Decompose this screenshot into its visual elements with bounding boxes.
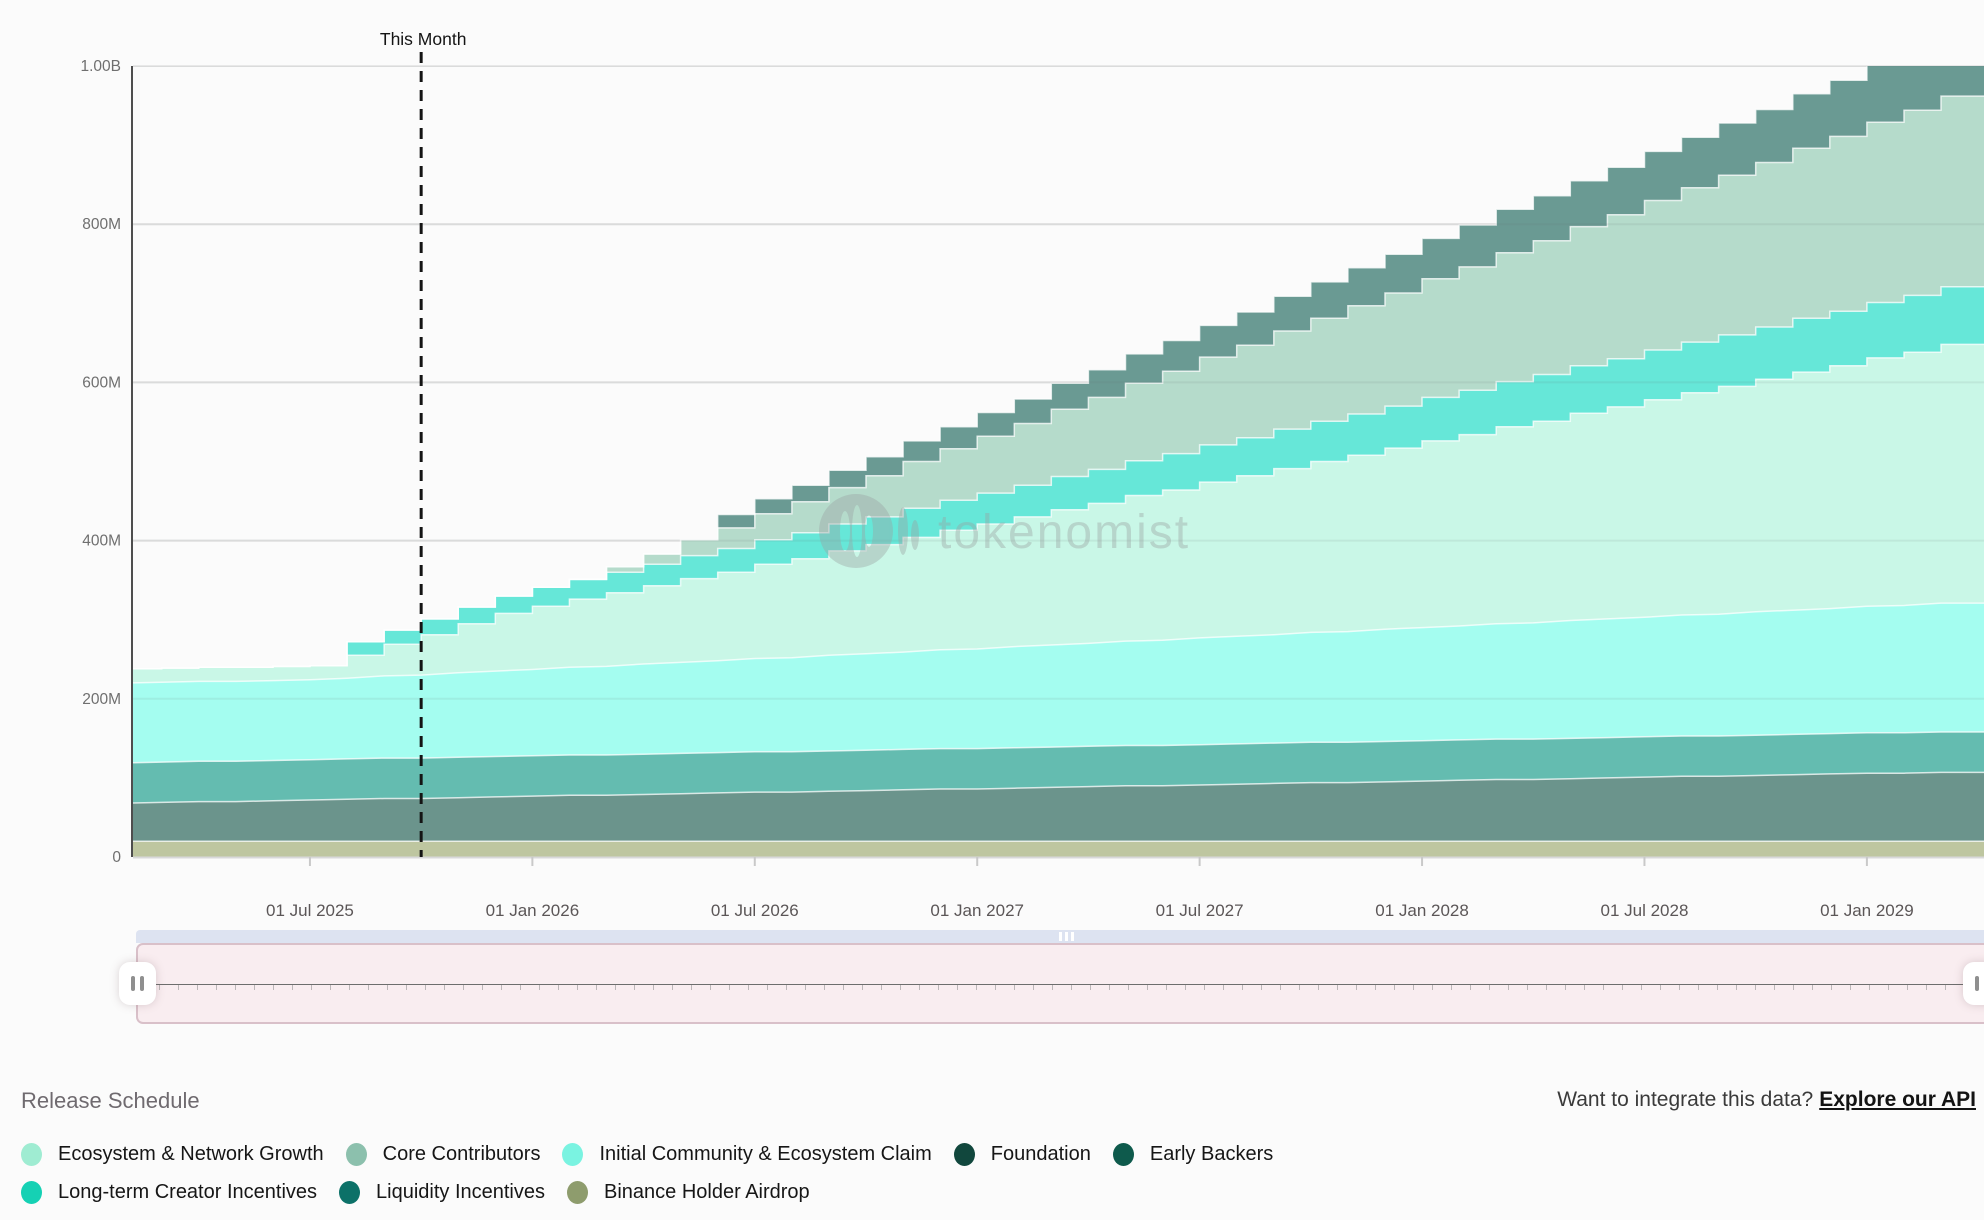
legend-dot-icon bbox=[21, 1181, 42, 1204]
this-month-label: This Month bbox=[380, 29, 467, 49]
api-callout: Want to integrate this data? Explore our … bbox=[1557, 1088, 1976, 1112]
svg-text:01 Jan 2027: 01 Jan 2027 bbox=[930, 901, 1024, 920]
legend-dot-icon bbox=[562, 1143, 583, 1166]
svg-text:01 Jul 2027: 01 Jul 2027 bbox=[1156, 901, 1244, 920]
legend-item-creator[interactable]: Long-term Creator Incentives bbox=[21, 1181, 317, 1204]
legend-label: Long-term Creator Incentives bbox=[58, 1181, 317, 1204]
slider-mini-ticks bbox=[140, 985, 1984, 990]
slider-handle-right[interactable] bbox=[1963, 962, 1984, 1005]
svg-text:01 Jul 2028: 01 Jul 2028 bbox=[1601, 901, 1689, 920]
legend-item-early[interactable]: Early Backers bbox=[1113, 1143, 1273, 1166]
chart-svg: tokenomist 0 200M 400M 600M 800M 1.00B 01 Jul 2… bbox=[0, 0, 1984, 930]
svg-text:01 Jul 2025: 01 Jul 2025 bbox=[266, 901, 354, 920]
x-axis-labels: 01 Jul 2025 01 Jan 2026 01 Jul 2026 01 Jan … bbox=[266, 857, 1914, 920]
legend-label: Core Contributors bbox=[383, 1143, 541, 1166]
area-band-binance[interactable] bbox=[125, 841, 1984, 857]
slider-track[interactable] bbox=[136, 943, 1984, 1024]
legend-label: Liquidity Incentives bbox=[376, 1181, 545, 1204]
svg-text:800M: 800M bbox=[82, 216, 121, 233]
tokenomist-watermark: tokenomist bbox=[819, 494, 1190, 568]
legend-dot-icon bbox=[567, 1181, 588, 1204]
svg-text:200M: 200M bbox=[82, 691, 121, 708]
scrollbar-grip-icon[interactable] bbox=[1056, 932, 1076, 941]
release-schedule-chart[interactable]: tokenomist 0 200M 400M 600M 800M 1.00B 01 Jul 2… bbox=[0, 0, 1984, 930]
slider-handle-left[interactable] bbox=[119, 962, 156, 1005]
timeline-range-slider bbox=[136, 930, 1984, 1026]
legend-item-foundation[interactable]: Foundation bbox=[954, 1143, 1091, 1166]
tokenomist-release-schedule-page: tokenomist 0 200M 400M 600M 800M 1.00B 01 Jul 2… bbox=[0, 0, 1984, 1220]
slider-scrollbar[interactable] bbox=[136, 930, 1984, 943]
explore-api-link[interactable]: Explore our API bbox=[1819, 1088, 1976, 1111]
legend-row: Ecosystem & Network Growth Core Contribut… bbox=[21, 1143, 1971, 1166]
svg-text:tokenomist: tokenomist bbox=[938, 506, 1190, 559]
api-prompt: Want to integrate this data? bbox=[1557, 1088, 1813, 1111]
legend-row: Long-term Creator Incentives Liquidity In… bbox=[21, 1181, 1971, 1204]
legend-item-binance[interactable]: Binance Holder Airdrop bbox=[567, 1181, 810, 1204]
legend-item-liquidity[interactable]: Liquidity Incentives bbox=[339, 1181, 545, 1204]
legend-item-community[interactable]: Initial Community & Ecosystem Claim bbox=[562, 1143, 931, 1166]
svg-text:400M: 400M bbox=[82, 533, 121, 550]
legend-item-core[interactable]: Core Contributors bbox=[346, 1143, 541, 1166]
legend-dot-icon bbox=[1113, 1143, 1134, 1166]
svg-text:01 Jul 2026: 01 Jul 2026 bbox=[711, 901, 799, 920]
chart-legend: Ecosystem & Network Growth Core Contribut… bbox=[21, 1143, 1971, 1204]
legend-label: Initial Community & Ecosystem Claim bbox=[599, 1143, 931, 1166]
y-axis-labels: 0 200M 400M 600M 800M 1.00B bbox=[80, 58, 121, 866]
svg-text:01 Jan 2028: 01 Jan 2028 bbox=[1375, 901, 1469, 920]
legend-dot-icon bbox=[339, 1181, 360, 1204]
svg-text:01 Jan 2026: 01 Jan 2026 bbox=[486, 901, 580, 920]
svg-text:600M: 600M bbox=[82, 374, 121, 391]
svg-text:0: 0 bbox=[112, 849, 121, 866]
legend-label: Foundation bbox=[991, 1143, 1091, 1166]
section-title: Release Schedule bbox=[21, 1088, 200, 1114]
legend-label: Ecosystem & Network Growth bbox=[58, 1143, 324, 1166]
svg-text:01 Jan 2029: 01 Jan 2029 bbox=[1820, 901, 1914, 920]
stacked-area-bands: tokenomist bbox=[125, 36, 1984, 857]
legend-label: Early Backers bbox=[1150, 1143, 1273, 1166]
legend-dot-icon bbox=[21, 1143, 42, 1166]
legend-dot-icon bbox=[346, 1143, 367, 1166]
legend-item-ecosystem[interactable]: Ecosystem & Network Growth bbox=[21, 1143, 324, 1166]
legend-label: Binance Holder Airdrop bbox=[604, 1181, 810, 1204]
legend-dot-icon bbox=[954, 1143, 975, 1166]
svg-text:1.00B: 1.00B bbox=[80, 58, 121, 75]
